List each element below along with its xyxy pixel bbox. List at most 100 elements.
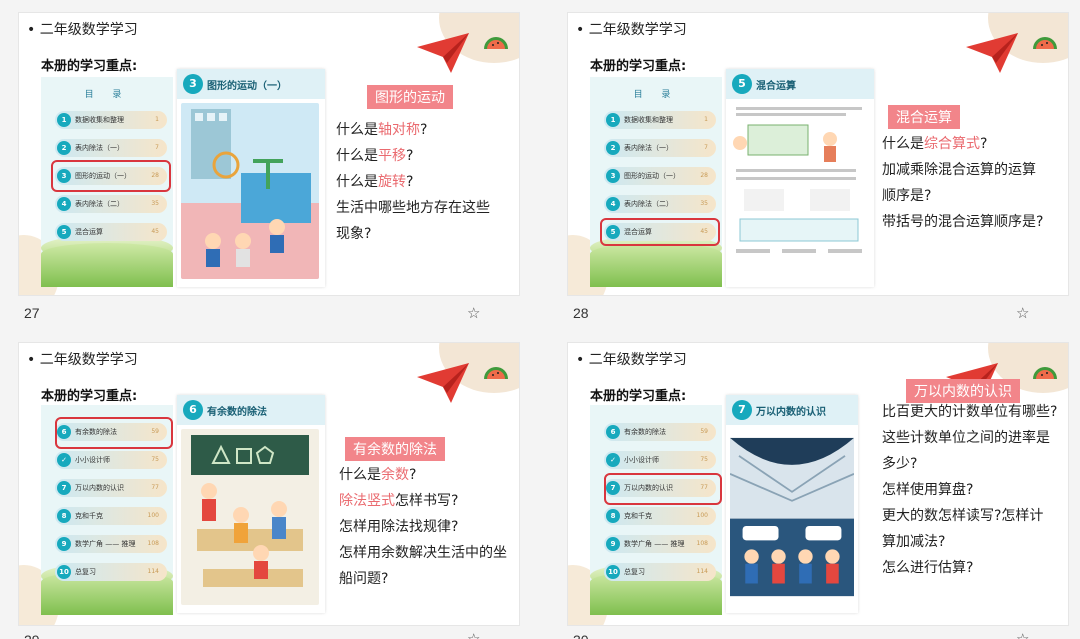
toc-item: 8 克和千克 100 — [55, 507, 167, 525]
question-list: 什么是综合算式? 加减乘除混合运算的运算顺序是? 带括号的混合运算顺序是? — [882, 131, 1043, 235]
question-text: ? — [980, 136, 988, 152]
slide-thumbnail-30[interactable]: • 二年级数学学习 本册的学习重点: 6 有余数的除法 59 ✓ 小小设计师 75 7万… — [567, 342, 1069, 626]
toc-item-page: 114 — [147, 568, 159, 575]
toc-item: 9 数学广角 —— 推理 108 — [604, 535, 716, 553]
slide-header: • 二年级数学学习 — [27, 22, 138, 38]
paper-plane-icon — [417, 363, 469, 403]
question-line: 加减乘除混合运算的运算 — [882, 157, 1043, 183]
question-line: 什么是余数? — [339, 462, 507, 488]
chapter-title: 混合运算 — [756, 81, 796, 92]
question-text: 顺序是? — [882, 188, 932, 204]
toc-item-page: 35 — [151, 200, 159, 207]
toc-item-page: 1 — [704, 116, 708, 123]
toc-highlight-box — [55, 417, 173, 449]
chapter-number: 7 — [732, 400, 752, 420]
highlighted-term: 轴对称 — [378, 122, 420, 138]
toc-item: 7 万以内数的认识 77 — [55, 479, 167, 497]
highlighted-term: 余数 — [381, 467, 409, 483]
watermelon-icon — [484, 367, 508, 379]
toc-item: 2 表内除法（一） 7 — [604, 139, 716, 157]
toc-item-number: 2 — [606, 141, 620, 155]
star-outline-icon[interactable]: ☆ — [467, 304, 480, 322]
decoration-grass — [590, 243, 722, 287]
question-line: 带括号的混合运算顺序是? — [882, 209, 1043, 235]
toc-item-label: 数学广角 —— 推理 — [75, 540, 136, 548]
slide-thumbnail-28[interactable]: • 二年级数学学习 本册的学习重点: 目 录 1 数据收集和整理 1 2 表内除法（一… — [567, 12, 1069, 296]
toc-page: 6 有余数的除法 59 ✓ 小小设计师 75 7 万以内数的认识 77 8 克和千克 100 9… — [41, 405, 173, 615]
question-text: 生活中哪些地方存在这些 — [336, 200, 490, 216]
subheading: 本册的学习重点: — [41, 59, 138, 74]
question-line: 怎样用余数解决生活中的坐 — [339, 540, 507, 566]
toc-item-label: 数学广角 —— 推理 — [624, 540, 685, 548]
slide-sorter: • 二年级数学学习 本册的学习重点: 目 录 1 数据收集和整理 1 2 表内除法（一… — [0, 0, 1080, 639]
toc-item-label: 总复习 — [624, 568, 645, 576]
toc-item: 1 数据收集和整理 1 — [604, 111, 716, 129]
question-text: 比百更大的计数单位有哪些? — [882, 404, 1058, 420]
question-text: 什么是 — [336, 122, 378, 138]
textbook-illustration — [730, 437, 854, 597]
question-line: 顺序是? — [882, 183, 1043, 209]
toc-item-page: 100 — [696, 512, 708, 519]
toc-highlight-box — [51, 160, 171, 192]
subheading: 本册的学习重点: — [41, 389, 138, 404]
toc-item-label: 表内除法（一） — [75, 144, 124, 152]
question-line: 除法竖式怎样书写? — [339, 488, 507, 514]
question-text: ? — [409, 467, 417, 483]
toc-item: ✓ 小小设计师 75 — [604, 451, 716, 469]
toc-item-page: 75 — [700, 456, 708, 463]
question-line: 多少? — [882, 451, 1057, 477]
toc-item-page: 7 — [704, 144, 708, 151]
question-line: 更大的数怎样读写?怎样计 — [882, 503, 1057, 529]
toc-item-page: 28 — [700, 172, 708, 179]
slide-thumbnail-27[interactable]: • 二年级数学学习 本册的学习重点: 目 录 1 数据收集和整理 1 2 表内除法（一… — [18, 12, 520, 296]
textbook-page: 5 混合运算 — [726, 69, 874, 287]
toc-item: 3 图形的运动（一） 28 — [604, 167, 716, 185]
star-outline-icon[interactable]: ☆ — [1016, 630, 1029, 639]
toc-item-label: 图形的运动（一） — [624, 172, 680, 180]
toc-item-number: ✓ — [606, 453, 620, 467]
toc-item: ✓ 小小设计师 75 — [55, 451, 167, 469]
toc-item: 10 总复习 114 — [55, 563, 167, 581]
slide-thumbnail-29[interactable]: • 二年级数学学习 本册的学习重点: 6 有余数的除法 59 ✓ 小小设计师 75 7万… — [18, 342, 520, 626]
toc-item-label: 小小设计师 — [75, 456, 110, 464]
toc-item-page: 45 — [151, 228, 159, 235]
toc-item-page: 77 — [151, 484, 159, 491]
question-line: 这些计数单位之间的进率是 — [882, 425, 1057, 451]
toc-item: 9 数学广角 —— 推理 108 — [55, 535, 167, 553]
question-line: 什么是综合算式? — [882, 131, 1043, 157]
question-line: 怎么进行估算? — [882, 555, 1057, 581]
highlighted-term: 除法竖式 — [339, 493, 395, 509]
star-outline-icon[interactable]: ☆ — [467, 630, 480, 639]
question-text: 船问题? — [339, 571, 389, 587]
textbook-page: 3 图形的运动（一） — [177, 69, 325, 287]
textbook-illustration — [181, 103, 319, 279]
question-text: 什么是 — [882, 136, 924, 152]
watermelon-icon — [484, 37, 508, 49]
highlighted-term: 旋转 — [378, 174, 406, 190]
toc-page: 6 有余数的除法 59 ✓ 小小设计师 75 7 万以内数的认识 77 8 克和千克 100 9… — [590, 405, 722, 615]
toc-title: 目 录 — [84, 90, 130, 100]
toc-item-number: 7 — [57, 481, 71, 495]
slide-number: 27 — [24, 305, 40, 321]
toc-item-page: 114 — [696, 568, 708, 575]
chapter-title: 图形的运动（一） — [207, 81, 287, 92]
toc-item-number: 1 — [606, 113, 620, 127]
subheading: 本册的学习重点: — [590, 389, 687, 404]
toc-item-page: 35 — [700, 200, 708, 207]
toc-item-label: 万以内数的认识 — [75, 484, 124, 492]
textbook-illustration — [730, 103, 868, 279]
question-line: 算加减法? — [882, 529, 1057, 555]
toc-item: 10 总复习 114 — [604, 563, 716, 581]
question-text: 现象? — [336, 226, 372, 242]
toc-item-page: 59 — [700, 428, 708, 435]
question-text: 怎样书写? — [395, 493, 459, 509]
textbook-page: 7 万以内数的认识 — [726, 395, 858, 613]
question-text: ? — [406, 174, 414, 190]
toc-item-label: 小小设计师 — [624, 456, 659, 464]
decoration-grass — [41, 243, 173, 287]
chapter-number: 6 — [183, 400, 203, 420]
toc-page: 目 录 1 数据收集和整理 1 2 表内除法（一） 7 3 图形的运动（一） 28 4 表内除… — [41, 77, 173, 287]
star-outline-icon[interactable]: ☆ — [1016, 304, 1029, 322]
question-line: 什么是旋转? — [336, 169, 490, 195]
slide-number: 28 — [573, 305, 589, 321]
